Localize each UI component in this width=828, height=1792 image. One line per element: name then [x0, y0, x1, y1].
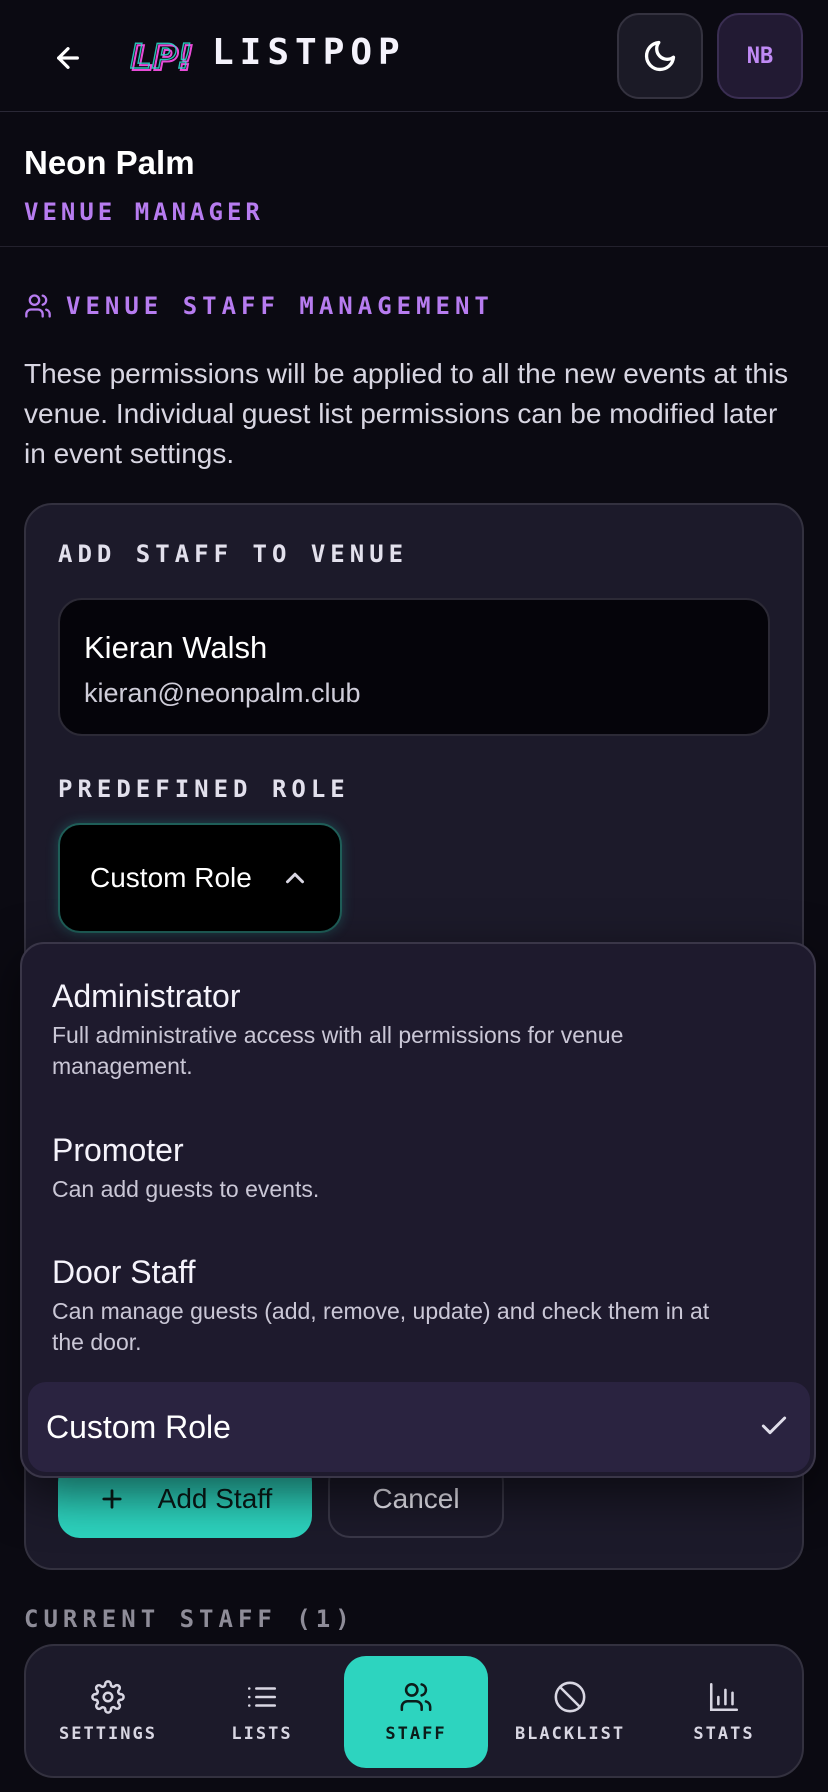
- role-dropdown: Administrator Full administrative access…: [20, 942, 816, 1478]
- predefined-role-label: PREDEFINED ROLE: [58, 775, 350, 803]
- nav-blacklist[interactable]: BLACKLIST: [498, 1656, 642, 1768]
- current-staff-heading: CURRENT STAFF (1): [24, 1605, 355, 1633]
- bar-chart-icon: [709, 1682, 739, 1712]
- role-option-administrator[interactable]: Administrator Full administrative access…: [22, 944, 814, 1094]
- nav-label: STATS: [693, 1724, 755, 1744]
- nav-stats[interactable]: STATS: [652, 1656, 796, 1768]
- role-option-title: Door Staff: [52, 1254, 196, 1290]
- avatar[interactable]: NB: [717, 13, 803, 99]
- listpop-logo: LP! LP!: [129, 28, 196, 84]
- role-option-title: Promoter: [52, 1132, 184, 1168]
- nav-label: BLACKLIST: [514, 1724, 626, 1744]
- check-icon: [761, 1416, 787, 1435]
- ban-icon: [554, 1681, 586, 1713]
- section-title-text: VENUE STAFF MANAGEMENT: [66, 292, 494, 320]
- cancel-label: Cancel: [372, 1483, 460, 1514]
- users-icon: [400, 1682, 432, 1712]
- role-select[interactable]: Custom Role: [58, 823, 342, 933]
- list-icon: [247, 1687, 277, 1707]
- theme-toggle-button[interactable]: [617, 13, 703, 99]
- staff-user-field[interactable]: Kieran Walsh kieran@neonpalm.club: [58, 598, 770, 736]
- brand-name: LISTPOP: [212, 32, 406, 73]
- role-select-value: Custom Role: [90, 862, 252, 893]
- arrow-left-icon: [57, 47, 79, 69]
- moon-icon: [644, 40, 676, 72]
- venue-role: VENUE MANAGER: [24, 198, 264, 226]
- logo-text-glow: LP!: [130, 37, 192, 77]
- gear-icon: [91, 1680, 125, 1714]
- role-option-description: Can manage guests (add, remove, update) …: [52, 1298, 710, 1355]
- bottom-nav: SETTINGS LISTS STAFF BLACKLIST STATS: [24, 1644, 804, 1778]
- plus-icon: [102, 1489, 122, 1509]
- section-description: These permissions will be applied to all…: [24, 358, 789, 469]
- top-bar: LP! LP! LISTPOP NB: [0, 0, 828, 112]
- nav-lists[interactable]: LISTS: [190, 1656, 334, 1768]
- role-option-description: Can add guests to events.: [52, 1176, 320, 1202]
- add-staff-label: Add Staff: [157, 1483, 273, 1514]
- back-button[interactable]: [44, 34, 92, 82]
- role-option-custom-role[interactable]: Custom Role: [28, 1382, 810, 1472]
- nav-settings[interactable]: SETTINGS: [36, 1656, 180, 1768]
- add-staff-title: ADD STAFF TO VENUE: [58, 540, 409, 568]
- role-option-title: Administrator: [52, 978, 241, 1014]
- role-option-door-staff[interactable]: Door Staff Can manage guests (add, remov…: [22, 1214, 814, 1374]
- staff-name: Kieran Walsh: [84, 630, 268, 665]
- nav-label: SETTINGS: [59, 1724, 157, 1744]
- chevron-up-icon: [285, 872, 304, 884]
- nav-staff[interactable]: STAFF: [344, 1656, 488, 1768]
- venue-name: Neon Palm: [24, 144, 195, 181]
- section-title: VENUE STAFF MANAGEMENT: [24, 292, 494, 320]
- role-option-description: Full administrative access with all perm…: [52, 1022, 624, 1079]
- users-icon: [25, 294, 51, 318]
- nav-label: LISTS: [231, 1724, 293, 1744]
- role-option-title: Custom Role: [46, 1408, 231, 1445]
- nav-label: STAFF: [385, 1724, 447, 1744]
- venue-header: Neon Palm VENUE MANAGER: [0, 112, 828, 247]
- role-option-promoter[interactable]: Promoter Can add guests to events.: [22, 1094, 814, 1214]
- staff-email: kieran@neonpalm.club: [84, 678, 361, 708]
